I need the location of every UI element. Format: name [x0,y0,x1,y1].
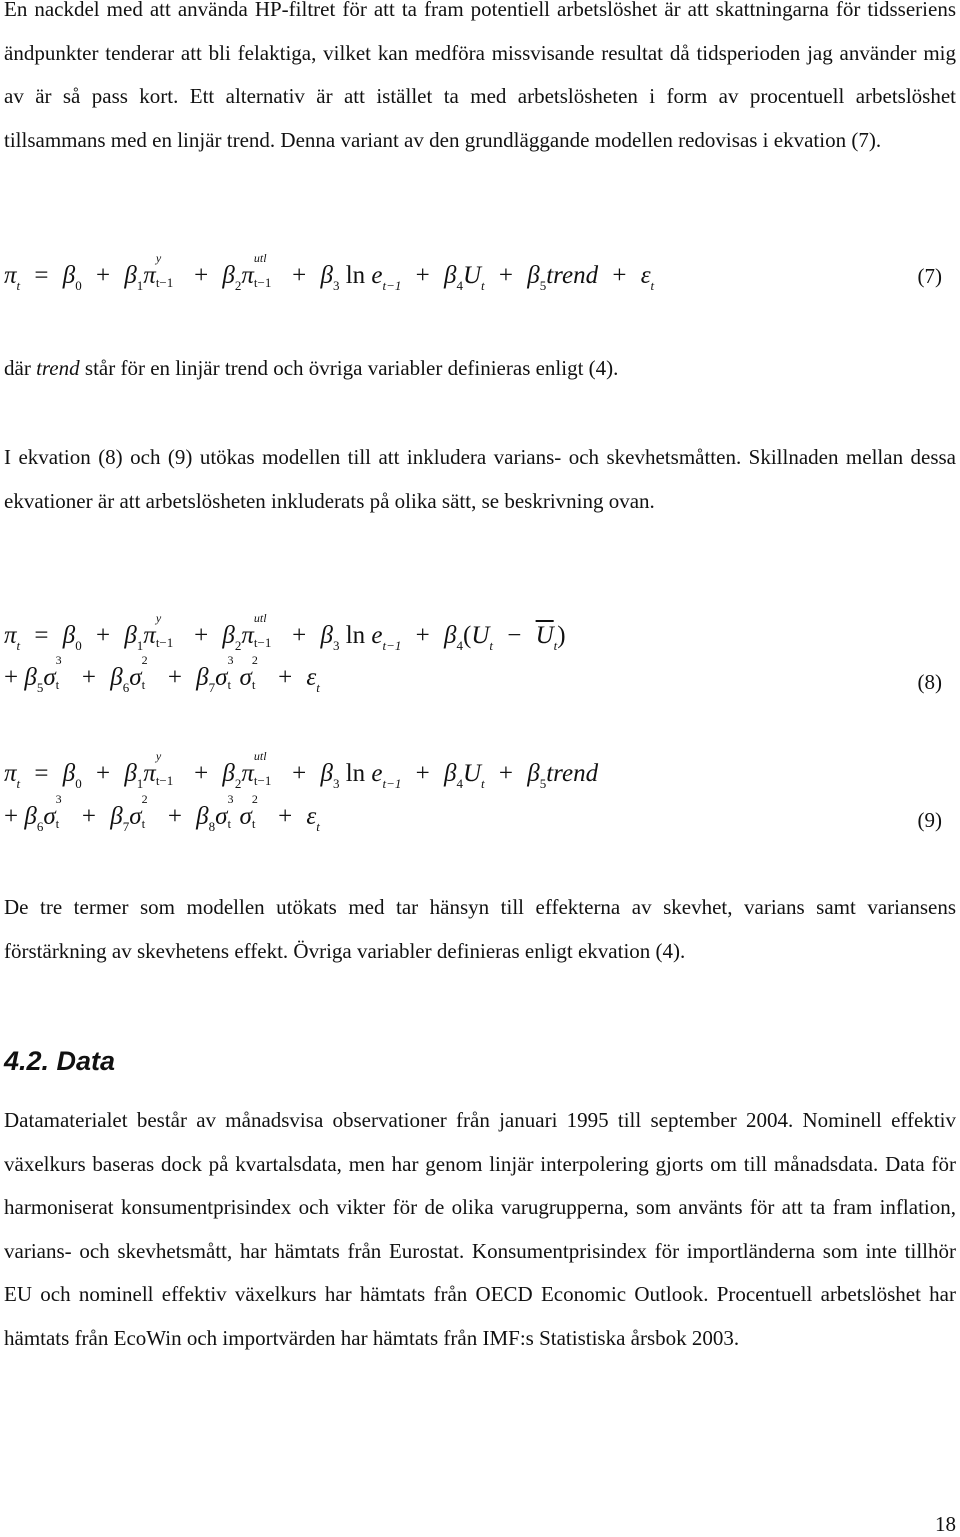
page-number: 18 [935,1512,956,1536]
paragraph-terms: De tre termer som modellen utökats med t… [4,895,956,963]
equation-9-line-1: πt = β0 + β1π y t−1 + β2π utl t−1 + β3 ln et… [4,749,599,791]
equation-9-number: (9) [917,808,943,832]
paragraph-extension: I ekvation (8) och (9) utökas modellen t… [4,445,956,513]
paragraph-intro: En nackdel med att använda HP-filtret fö… [4,0,956,152]
equation-8-line-2: + β5σ 3 t + β6σ 2 t + β7σ 3 t σ 2 t + εt [4,653,320,695]
equation-7-number: (7) [917,264,943,288]
equation-9-line-2: + β6σ 3 t + β7σ 2 t + β8σ 3 t σ 2 t + εt [4,792,320,834]
equation-7: πt = β0 + β1π y t−1 + β2π utl t−1 + β3 ln et… [4,251,655,293]
equation-8-line-1: πt = β0 + β1π y t−1 + β2π utl t−1 + β3 ln et… [4,611,566,653]
equation-8-number: (8) [917,670,943,694]
paragraph-trend-definition: där trend står för en linjär trend och ö… [4,356,619,380]
paragraph-data: Datamaterialet består av månadsvisa obse… [4,1108,956,1350]
section-heading: 4.2. Data [4,1046,116,1076]
